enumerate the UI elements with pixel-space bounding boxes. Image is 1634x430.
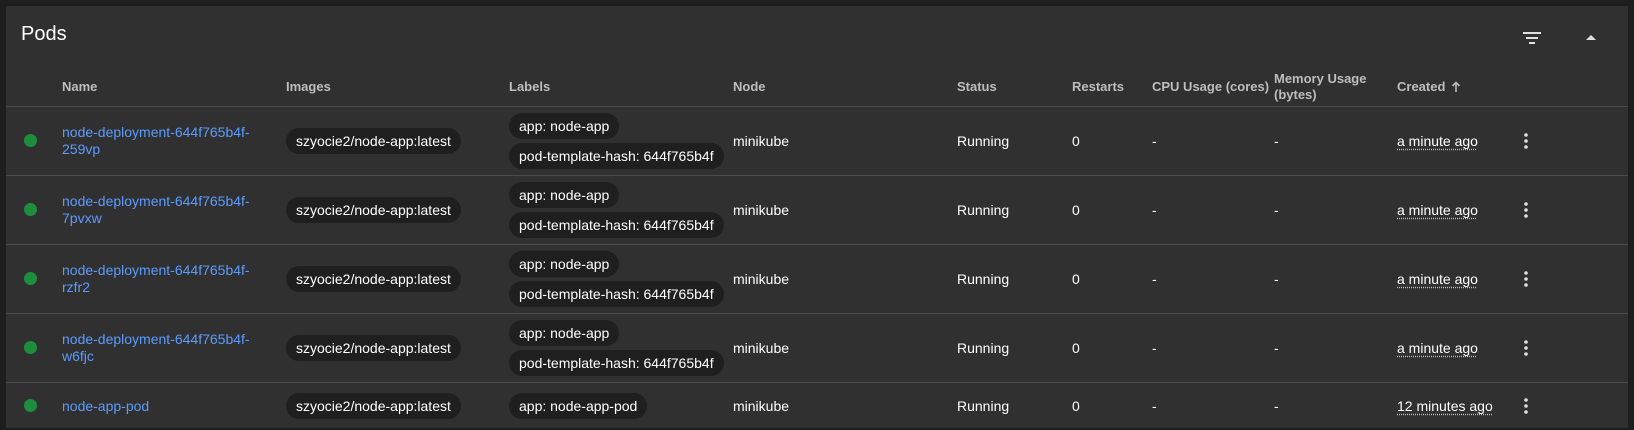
pod-name-link[interactable]: node-app-pod: [62, 398, 262, 415]
table-row: node-deployment-644f765b4f-w6fjc szyocie…: [6, 314, 1628, 383]
node-cell: minikube: [733, 133, 790, 149]
more-vert-icon: [1524, 398, 1528, 414]
row-actions-button[interactable]: [1514, 129, 1538, 153]
more-vert-icon: [1524, 340, 1528, 356]
pod-name-link[interactable]: node-deployment-644f765b4f-259vp: [62, 124, 262, 158]
column-header-node[interactable]: Node: [733, 68, 766, 106]
table-body: node-deployment-644f765b4f-259vp szyocie…: [6, 107, 1628, 429]
more-vert-icon: [1524, 271, 1528, 287]
status-cell: Running: [957, 398, 1010, 414]
column-header-name[interactable]: Name: [62, 68, 97, 106]
created-cell: a minute ago: [1397, 202, 1478, 218]
node-cell: minikube: [733, 340, 790, 356]
labels-cell: app: node-app pod-template-hash: 644f765b…: [509, 314, 724, 382]
column-header-memory-line1: Memory Usage: [1274, 71, 1367, 86]
row-actions-button[interactable]: [1514, 267, 1538, 291]
status-cell: Running: [957, 271, 1010, 287]
table-row: node-app-pod szyocie2/node-app:latest ap…: [6, 383, 1628, 429]
column-header-memory[interactable]: Memory Usage (bytes): [1274, 68, 1366, 106]
created-cell: a minute ago: [1397, 271, 1478, 287]
collapse-button[interactable]: [1573, 20, 1609, 56]
table-row: node-deployment-644f765b4f-rzfr2 szyocie…: [6, 245, 1628, 314]
arrow-drop-up-icon: [1586, 35, 1596, 40]
row-actions-button[interactable]: [1514, 198, 1538, 222]
labels-cell: app: node-app-pod: [509, 383, 648, 429]
pod-name-link[interactable]: node-deployment-644f765b4f-rzfr2: [62, 262, 262, 296]
image-chip: szyocie2/node-app:latest: [286, 266, 461, 292]
label-chip: app: node-app: [509, 320, 620, 346]
status-ok-icon: [24, 203, 37, 216]
label-chip: pod-template-hash: 644f765b4f: [509, 281, 724, 307]
label-chip: pod-template-hash: 644f765b4f: [509, 143, 724, 169]
filter-button[interactable]: [1514, 20, 1550, 56]
pod-name-link[interactable]: node-deployment-644f765b4f-7pvxw: [62, 193, 262, 227]
more-vert-icon: [1524, 133, 1528, 149]
restarts-cell: 0: [1072, 133, 1080, 149]
cpu-cell: -: [1152, 202, 1157, 218]
column-header-created[interactable]: Created: [1397, 68, 1461, 106]
node-cell: minikube: [733, 271, 790, 287]
image-chip: szyocie2/node-app:latest: [286, 197, 461, 223]
table-row: node-deployment-644f765b4f-259vp szyocie…: [6, 107, 1628, 176]
label-chip: pod-template-hash: 644f765b4f: [509, 212, 724, 238]
memory-cell: -: [1274, 340, 1279, 356]
created-cell: a minute ago: [1397, 133, 1478, 149]
node-cell: minikube: [733, 398, 790, 414]
table-row: node-deployment-644f765b4f-7pvxw szyocie…: [6, 176, 1628, 245]
cpu-cell: -: [1152, 133, 1157, 149]
image-chip: szyocie2/node-app:latest: [286, 335, 461, 361]
status-cell: Running: [957, 202, 1010, 218]
memory-cell: -: [1274, 133, 1279, 149]
pods-table: Name Images Labels Node Status Restarts …: [6, 68, 1628, 429]
row-actions-button[interactable]: [1514, 336, 1538, 360]
row-actions-button[interactable]: [1514, 394, 1538, 418]
restarts-cell: 0: [1072, 398, 1080, 414]
restarts-cell: 0: [1072, 271, 1080, 287]
pods-card: Pods Name Images Labels Node Status Rest…: [6, 6, 1628, 428]
column-header-restarts[interactable]: Restarts: [1072, 68, 1124, 106]
memory-cell: -: [1274, 271, 1279, 287]
arrow-upward-icon: [1452, 81, 1461, 92]
label-chip: app: node-app: [509, 182, 620, 208]
column-header-images: Images: [286, 79, 331, 94]
restarts-cell: 0: [1072, 202, 1080, 218]
cpu-cell: -: [1152, 340, 1157, 356]
column-header-labels: Labels: [509, 79, 551, 94]
image-chip: szyocie2/node-app:latest: [286, 128, 461, 154]
status-cell: Running: [957, 340, 1010, 356]
card-header: Pods: [6, 6, 1628, 68]
cpu-cell: -: [1152, 271, 1157, 287]
column-header-memory-line2: (bytes): [1274, 87, 1317, 102]
labels-cell: app: node-app pod-template-hash: 644f765b…: [509, 176, 724, 244]
status-ok-icon: [24, 341, 37, 354]
column-header-status[interactable]: Status: [957, 68, 997, 106]
created-cell: a minute ago: [1397, 340, 1478, 356]
column-header-created-label: Created: [1397, 79, 1446, 94]
filter-list-icon: [1523, 32, 1541, 44]
restarts-cell: 0: [1072, 340, 1080, 356]
card-title: Pods: [21, 23, 67, 45]
labels-cell: app: node-app pod-template-hash: 644f765b…: [509, 107, 724, 175]
image-chip: szyocie2/node-app:latest: [286, 393, 461, 419]
memory-cell: -: [1274, 398, 1279, 414]
cpu-cell: -: [1152, 398, 1157, 414]
label-chip: app: node-app: [509, 251, 620, 277]
created-cell: 12 minutes ago: [1397, 398, 1493, 414]
status-cell: Running: [957, 133, 1010, 149]
status-ok-icon: [24, 272, 37, 285]
status-ok-icon: [24, 134, 37, 147]
column-header-cpu[interactable]: CPU Usage (cores): [1152, 68, 1269, 106]
label-chip: app: node-app: [509, 113, 620, 139]
more-vert-icon: [1524, 202, 1528, 218]
label-chip: pod-template-hash: 644f765b4f: [509, 350, 724, 376]
memory-cell: -: [1274, 202, 1279, 218]
node-cell: minikube: [733, 202, 790, 218]
status-ok-icon: [24, 399, 37, 412]
pod-name-link[interactable]: node-deployment-644f765b4f-w6fjc: [62, 331, 262, 365]
label-chip: app: node-app-pod: [509, 393, 648, 419]
table-header: Name Images Labels Node Status Restarts …: [6, 68, 1628, 107]
labels-cell: app: node-app pod-template-hash: 644f765b…: [509, 245, 724, 313]
